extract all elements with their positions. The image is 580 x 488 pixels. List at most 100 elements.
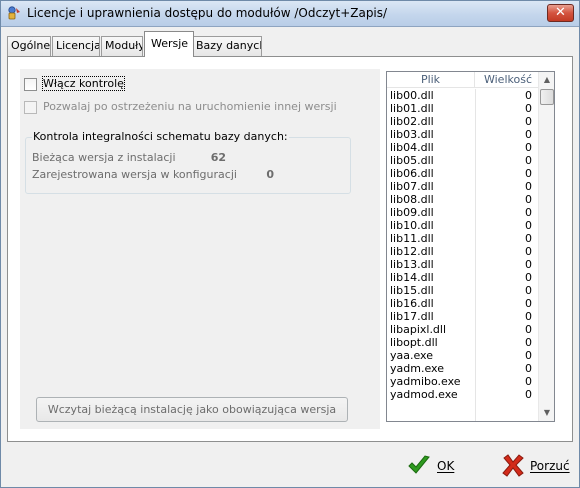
versions-settings-area: Włącz kontrolę Pozwalaj po ostrzeżeniu n… (20, 69, 380, 429)
list-item[interactable]: yadmod.exe 0 (387, 388, 538, 401)
file-name: lib17.dll (390, 310, 434, 323)
list-item[interactable]: lib11.dll 0 (387, 232, 538, 245)
file-size: 0 (525, 167, 532, 180)
list-item[interactable]: lib12.dll 0 (387, 245, 538, 258)
registered-version-label: Zarejestrowana wersja w konfiguracji (32, 168, 237, 181)
list-item[interactable]: lib03.dll 0 (387, 128, 538, 141)
allow-other-version-checkbox[interactable] (24, 101, 37, 114)
close-button[interactable]: ✕ (547, 4, 574, 22)
file-name: yadmibo.exe (390, 375, 461, 388)
file-name: lib01.dll (390, 102, 434, 115)
file-size: 0 (525, 141, 532, 154)
list-item[interactable]: lib01.dll 0 (387, 102, 538, 115)
list-item[interactable]: lib00.dll 0 (387, 89, 538, 102)
file-size: 0 (525, 102, 532, 115)
list-item[interactable]: yadmibo.exe 0 (387, 375, 538, 388)
scroll-thumb[interactable] (540, 89, 554, 105)
dialog-window: Licencje i uprawnienia dostępu do modułó… (0, 0, 580, 488)
file-name: yadmod.exe (390, 388, 458, 401)
file-name: lib07.dll (390, 180, 434, 193)
tab-panel-wersje: Włącz kontrolę Pozwalaj po ostrzeżeniu n… (7, 56, 573, 442)
file-name: lib09.dll (390, 206, 434, 219)
title-bar[interactable]: Licencje i uprawnienia dostępu do modułó… (1, 1, 579, 27)
file-list-scrollbar[interactable]: ▲ ▼ (538, 72, 554, 421)
integrity-group-title: Kontrola integralności schematu bazy dan… (32, 130, 289, 143)
file-name: lib03.dll (390, 128, 434, 141)
file-name: yadm.exe (390, 362, 444, 375)
list-item[interactable]: lib09.dll 0 (387, 206, 538, 219)
enable-control-label[interactable]: Włącz kontrolę (42, 76, 125, 91)
list-item[interactable]: yadm.exe 0 (387, 362, 538, 375)
column-header-wielkosc[interactable]: Wielkość (476, 72, 538, 88)
list-item[interactable]: lib05.dll 0 (387, 154, 538, 167)
file-size: 0 (525, 128, 532, 141)
allow-other-version-option[interactable]: Pozwalaj po ostrzeżeniu na uruchomienie … (24, 100, 364, 116)
current-version-label: Bieżąca wersja z instalacji (32, 151, 176, 164)
tab-wersje[interactable]: Wersje (144, 31, 194, 57)
file-name: yaa.exe (390, 349, 434, 362)
file-size: 0 (525, 258, 532, 271)
file-name: lib02.dll (390, 115, 434, 128)
file-name: lib08.dll (390, 193, 434, 206)
registered-version-value: 0 (266, 168, 274, 181)
list-item[interactable]: lib14.dll 0 (387, 271, 538, 284)
list-item[interactable]: libopt.dll 0 (387, 336, 538, 349)
file-size: 0 (525, 232, 532, 245)
enable-control-checkbox[interactable] (24, 78, 37, 91)
file-list[interactable]: Plik Wielkość lib00.dll 0 lib01.dll 0 lib02.… (386, 71, 555, 422)
file-name: lib16.dll (390, 297, 434, 310)
tab-ogolne[interactable]: Ogólne (7, 36, 51, 56)
file-name: libapixl.dll (390, 323, 447, 336)
list-item[interactable]: lib06.dll 0 (387, 167, 538, 180)
column-header-plik[interactable]: Plik (387, 72, 475, 88)
list-item[interactable]: lib04.dll 0 (387, 141, 538, 154)
list-item[interactable]: lib10.dll 0 (387, 219, 538, 232)
file-size: 0 (525, 310, 532, 323)
window-title: Licencje i uprawnienia dostępu do modułó… (27, 6, 388, 20)
file-name: lib11.dll (390, 232, 434, 245)
tab-bazy-danych[interactable]: Bazy danych (192, 36, 262, 56)
file-size: 0 (525, 297, 532, 310)
list-item[interactable]: lib17.dll 0 (387, 310, 538, 323)
file-size: 0 (525, 388, 532, 401)
ok-label: OK (437, 459, 455, 473)
file-name: lib13.dll (390, 258, 434, 271)
file-name: lib14.dll (390, 271, 434, 284)
list-item[interactable]: lib13.dll 0 (387, 258, 538, 271)
file-size: 0 (525, 193, 532, 206)
tab-moduly[interactable]: Moduły (101, 36, 143, 56)
file-list-body: lib00.dll 0 lib01.dll 0 lib02.dll 0 lib03.dll 0… (387, 89, 538, 421)
file-size: 0 (525, 323, 532, 336)
scroll-up-icon[interactable]: ▲ (539, 72, 555, 88)
list-item[interactable]: lib08.dll 0 (387, 193, 538, 206)
tab-licencja[interactable]: Licencja (52, 36, 100, 56)
file-size: 0 (525, 154, 532, 167)
list-item[interactable]: lib16.dll 0 (387, 297, 538, 310)
ok-button[interactable]: OK (407, 453, 455, 479)
list-item[interactable]: lib15.dll 0 (387, 284, 538, 297)
file-size: 0 (525, 362, 532, 375)
file-size: 0 (525, 349, 532, 362)
scroll-down-icon[interactable]: ▼ (539, 405, 555, 421)
file-size: 0 (525, 115, 532, 128)
list-item[interactable]: yaa.exe 0 (387, 349, 538, 362)
file-list-header: Plik Wielkość (387, 72, 538, 88)
file-size: 0 (525, 206, 532, 219)
checkmark-icon (408, 455, 430, 474)
tab-strip: Ogólne Licencja Moduły Wersje Bazy danyc… (7, 31, 579, 57)
list-item[interactable]: lib02.dll 0 (387, 115, 538, 128)
current-version-value: 62 (210, 151, 226, 164)
list-item[interactable]: lib07.dll 0 (387, 180, 538, 193)
file-name: lib06.dll (390, 167, 434, 180)
file-name: lib10.dll (390, 219, 434, 232)
load-current-installation-button[interactable]: Wczytaj bieżącą instalację jako obowiązu… (36, 397, 348, 422)
file-size: 0 (525, 180, 532, 193)
cancel-button[interactable]: Porzuć (501, 453, 571, 479)
close-icon: ✕ (555, 5, 566, 20)
file-size: 0 (525, 375, 532, 388)
list-item[interactable]: libapixl.dll 0 (387, 323, 538, 336)
file-size: 0 (525, 89, 532, 102)
file-size: 0 (525, 336, 532, 349)
enable-control-option[interactable]: Włącz kontrolę (24, 76, 224, 93)
file-name: lib05.dll (390, 154, 434, 167)
